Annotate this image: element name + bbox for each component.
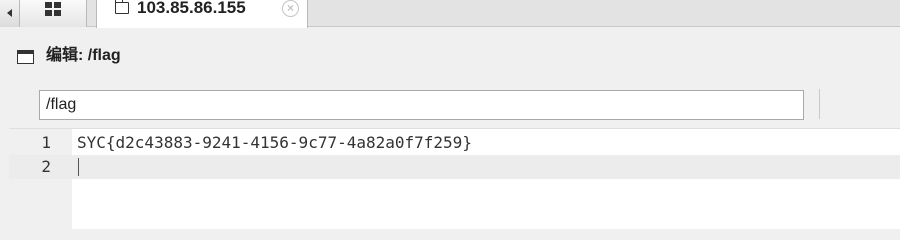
code-area[interactable]: 1 SYC{d2c43883-9241-4156-9c77-4a82a0f7f2… — [9, 129, 900, 229]
file-path-input[interactable] — [39, 90, 804, 120]
line-number: 2 — [41, 157, 51, 176]
close-icon[interactable]: × — [282, 0, 299, 17]
grid-icon — [45, 2, 62, 17]
line-text: SYC{d2c43883-9241-4156-9c77-4a82a0f7f259… — [77, 133, 472, 152]
folder-icon — [114, 0, 129, 14]
line-number: 1 — [41, 133, 51, 152]
tab-title: 103.85.86.155 — [137, 0, 246, 17]
path-bar — [9, 79, 900, 129]
tab-overview-button[interactable] — [20, 0, 87, 27]
editor-title: 编辑: /flag — [46, 47, 121, 64]
toolbar-divider — [819, 89, 820, 119]
tab-bar: 103.85.86.155 × — [0, 0, 900, 28]
editor-panel: 1 SYC{d2c43883-9241-4156-9c77-4a82a0f7f2… — [9, 79, 900, 229]
app-window: 103.85.86.155 × 编辑: /flag 1 SYC{d2c43883… — [0, 0, 900, 229]
window-icon — [17, 50, 34, 64]
tab-scroll-left-button[interactable] — [0, 0, 20, 27]
tab-host[interactable]: 103.85.86.155 × — [96, 0, 308, 28]
code-line-current[interactable]: 2 — [9, 155, 900, 179]
text-cursor — [78, 158, 79, 176]
code-line[interactable]: 1 SYC{d2c43883-9241-4156-9c77-4a82a0f7f2… — [9, 131, 900, 155]
editor-header: 编辑: /flag — [0, 38, 900, 74]
